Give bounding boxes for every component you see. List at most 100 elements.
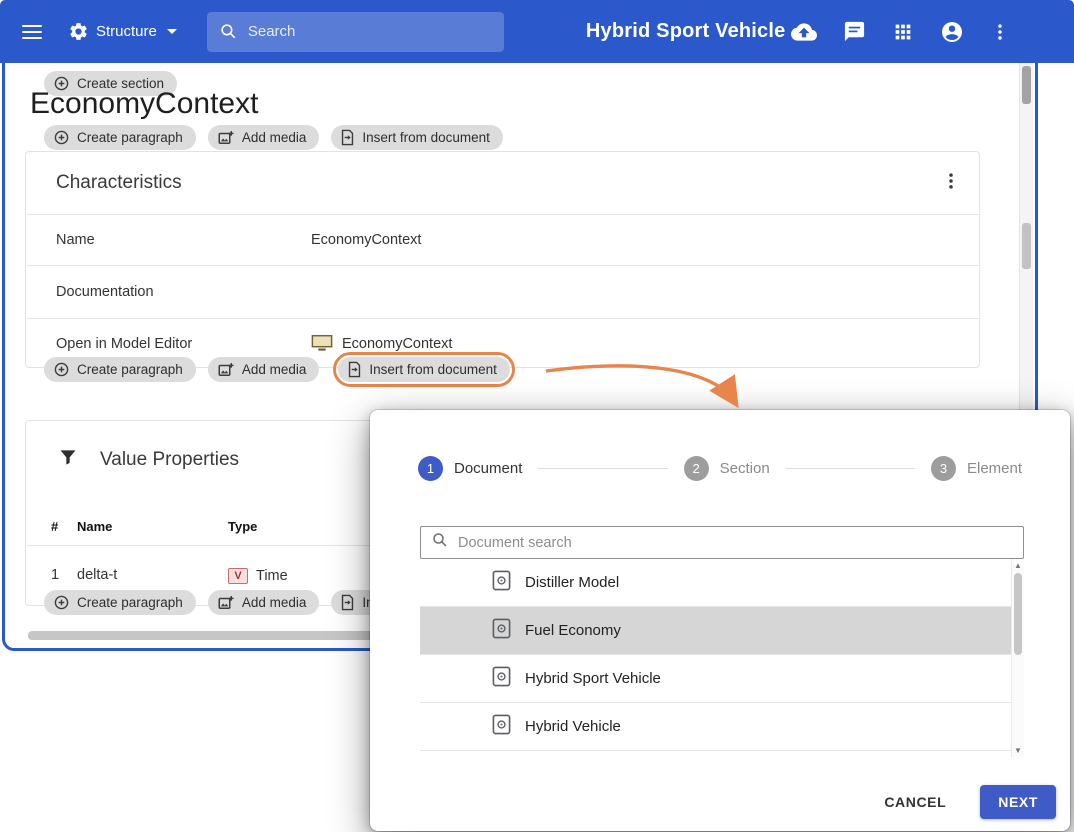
more-vertical-icon[interactable] [990, 22, 1010, 42]
add-media-label: Add media [242, 595, 307, 610]
wizard-stepper: 1 Document 2 Section 3 Element [418, 456, 1022, 481]
step-number: 1 [418, 456, 443, 481]
add-circle-icon [53, 129, 70, 146]
model-editor-icon [311, 334, 333, 353]
scroll-down-icon[interactable]: ▼ [1012, 746, 1024, 755]
create-paragraph-button[interactable]: Create paragraph [44, 590, 196, 615]
cloud-upload-icon[interactable] [791, 19, 817, 45]
search-icon [219, 22, 238, 41]
document-search-input[interactable] [458, 535, 1013, 551]
account-icon[interactable] [940, 20, 964, 44]
create-paragraph-button[interactable]: Create paragraph [44, 125, 196, 150]
add-image-icon [217, 129, 235, 147]
add-image-icon [217, 361, 235, 379]
column-name: Name [77, 519, 112, 534]
document-model-icon [492, 618, 511, 643]
list-item-label: Hybrid Vehicle [525, 718, 621, 735]
add-circle-icon [53, 361, 70, 378]
toolbar-chips-top: Create paragraph Add media Insert from d… [44, 125, 503, 150]
document-search-field[interactable] [420, 526, 1024, 559]
stepper-connector [786, 468, 915, 469]
insert-document-icon [340, 594, 355, 611]
filter-icon[interactable] [58, 447, 78, 472]
scrollbar-thumb[interactable] [1022, 223, 1031, 269]
scrollbar-thumb[interactable] [1014, 573, 1022, 655]
insert-document-icon [347, 361, 362, 378]
column-index: # [51, 519, 58, 534]
apps-grid-icon[interactable] [892, 21, 914, 43]
page-title: Hybrid Sport Vehicle [586, 20, 786, 43]
document-list: Distiller Model Fuel Economy Hybrid Spor… [420, 559, 1024, 757]
cell-index: 1 [51, 567, 59, 583]
model-editor-link[interactable]: EconomyContext [311, 334, 452, 353]
stepper-connector [538, 468, 667, 469]
search-icon [431, 531, 449, 554]
next-button[interactable]: NEXT [980, 785, 1056, 819]
toolbar-chips-middle: Create paragraph Add media Insert from d… [44, 357, 515, 382]
list-item-selected[interactable]: Fuel Economy [420, 607, 1011, 655]
step-section[interactable]: 2 Section [684, 456, 770, 481]
app-bar-actions [791, 19, 1010, 45]
insert-document-icon [340, 129, 355, 146]
step-element[interactable]: 3 Element [931, 456, 1022, 481]
document-model-icon [492, 714, 511, 739]
add-media-button[interactable]: Add media [208, 590, 320, 615]
characteristics-card: Characteristics Name EconomyContext Docu… [25, 151, 980, 368]
list-item[interactable]: Hybrid Sport Vehicle [420, 655, 1011, 703]
card-menu-icon[interactable] [941, 171, 961, 196]
model-editor-link-label: EconomyContext [342, 336, 452, 352]
add-media-label: Add media [242, 362, 307, 377]
step-document[interactable]: 1 Document [418, 456, 522, 481]
gear-icon [68, 21, 89, 42]
document-model-icon [492, 570, 511, 595]
list-scrollbar[interactable]: ▲ ▼ [1011, 559, 1024, 757]
document-model-icon [492, 666, 511, 691]
create-paragraph-label: Create paragraph [77, 595, 183, 610]
chat-icon[interactable] [843, 20, 866, 43]
list-item-label: Hybrid Sport Vehicle [525, 670, 661, 687]
step-number: 3 [931, 456, 956, 481]
structure-label: Structure [96, 23, 157, 40]
chevron-down-icon [167, 29, 177, 34]
insert-from-document-button[interactable]: Insert from document [338, 357, 510, 382]
property-row-name: Name EconomyContext [26, 214, 979, 265]
insert-from-document-button[interactable]: Insert from document [331, 125, 503, 150]
create-paragraph-button[interactable]: Create paragraph [44, 357, 196, 382]
type-label: Time [256, 568, 288, 584]
step-label: Section [720, 460, 770, 477]
create-paragraph-label: Create paragraph [77, 130, 183, 145]
cell-type: V Time [228, 568, 288, 584]
list-item-label: Distiller Model [525, 574, 619, 591]
menu-icon[interactable] [22, 20, 46, 44]
search-input[interactable] [248, 23, 492, 40]
column-type: Type [228, 519, 257, 534]
create-paragraph-label: Create paragraph [77, 362, 183, 377]
property-row-documentation: Documentation [26, 265, 979, 318]
insert-from-document-label: Insert from document [362, 130, 490, 145]
document-title: EconomyContext [30, 87, 258, 121]
list-item[interactable]: Distiller Model [420, 559, 1011, 607]
structure-menu-button[interactable]: Structure [68, 21, 177, 42]
cell-name: delta-t [77, 567, 117, 583]
cancel-button[interactable]: CANCEL [878, 786, 952, 818]
value-properties-title: Value Properties [100, 449, 239, 471]
annotation-highlight: Insert from document [333, 352, 515, 387]
add-image-icon [217, 594, 235, 612]
global-search[interactable] [207, 12, 504, 52]
step-number: 2 [684, 456, 709, 481]
insert-from-document-label: Insert from document [369, 362, 497, 377]
add-media-button[interactable]: Add media [208, 357, 320, 382]
dialog-actions: CANCEL NEXT [878, 785, 1056, 819]
app-bar: Structure Hybrid Sport Vehicle [0, 0, 1074, 63]
property-label: Name [56, 232, 311, 248]
property-label: Documentation [56, 284, 311, 300]
scrollbar-thumb[interactable] [1022, 66, 1031, 104]
characteristics-title: Characteristics [56, 172, 182, 194]
step-label: Document [454, 460, 522, 477]
value-type-icon: V [228, 568, 248, 584]
scroll-up-icon[interactable]: ▲ [1012, 561, 1024, 570]
insert-from-document-dialog: 1 Document 2 Section 3 Element Distiller… [370, 410, 1070, 831]
step-label: Element [967, 460, 1022, 477]
list-item[interactable]: Hybrid Vehicle [420, 703, 1011, 751]
add-media-button[interactable]: Add media [208, 125, 320, 150]
